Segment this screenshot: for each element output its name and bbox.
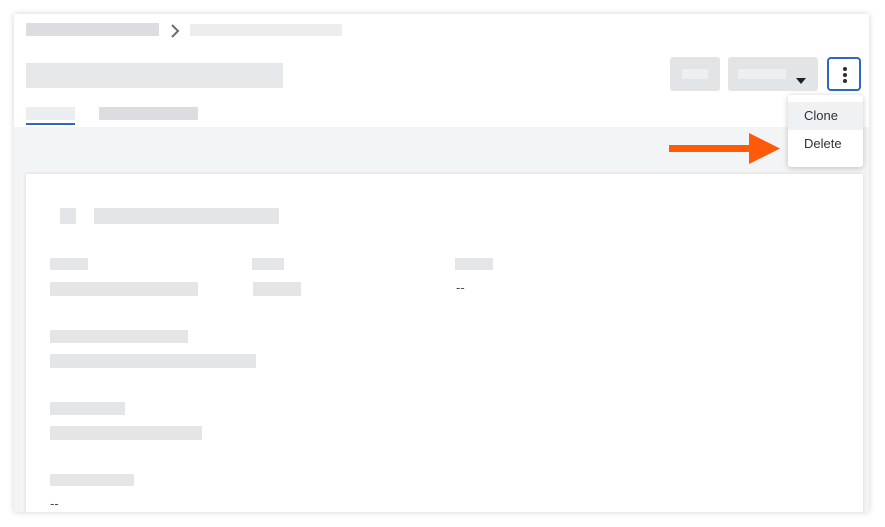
header-action-button-label	[682, 69, 708, 79]
field-empty-value: --	[50, 496, 59, 511]
header-dropdown-button[interactable]	[728, 57, 818, 91]
breadcrumb-current	[190, 24, 342, 36]
tab-secondary[interactable]	[99, 107, 198, 120]
tab-active[interactable]	[26, 107, 75, 120]
field-value	[50, 354, 256, 368]
kebab-dot	[843, 73, 847, 77]
field-value	[253, 282, 301, 296]
menu-item-delete[interactable]: Delete	[788, 130, 863, 158]
app-window: -- -- Clone Delete	[14, 14, 869, 512]
field-value	[50, 282, 198, 296]
field-label	[252, 258, 284, 270]
field-label	[50, 474, 134, 486]
card-title	[94, 208, 279, 224]
arrow-right-icon	[669, 133, 780, 164]
card-icon	[60, 208, 76, 224]
page-title	[26, 63, 283, 88]
details-card: -- --	[26, 174, 863, 512]
more-actions-button[interactable]	[827, 57, 861, 91]
field-label	[455, 258, 493, 270]
caret-down-icon	[796, 71, 806, 89]
chevron-right-icon	[169, 24, 183, 38]
header-dropdown-label	[738, 69, 786, 79]
menu-item-clone[interactable]: Clone	[788, 102, 863, 130]
field-label	[50, 402, 125, 415]
header-action-button[interactable]	[670, 57, 720, 91]
kebab-dot	[843, 67, 847, 71]
tab-active-underline	[26, 123, 75, 125]
more-actions-menu: Clone Delete	[788, 95, 863, 167]
breadcrumb-parent-link[interactable]	[26, 23, 159, 36]
field-empty-value: --	[456, 280, 465, 295]
field-label	[50, 330, 188, 343]
field-label	[50, 258, 88, 270]
kebab-dot	[843, 79, 847, 83]
field-value	[50, 426, 202, 440]
